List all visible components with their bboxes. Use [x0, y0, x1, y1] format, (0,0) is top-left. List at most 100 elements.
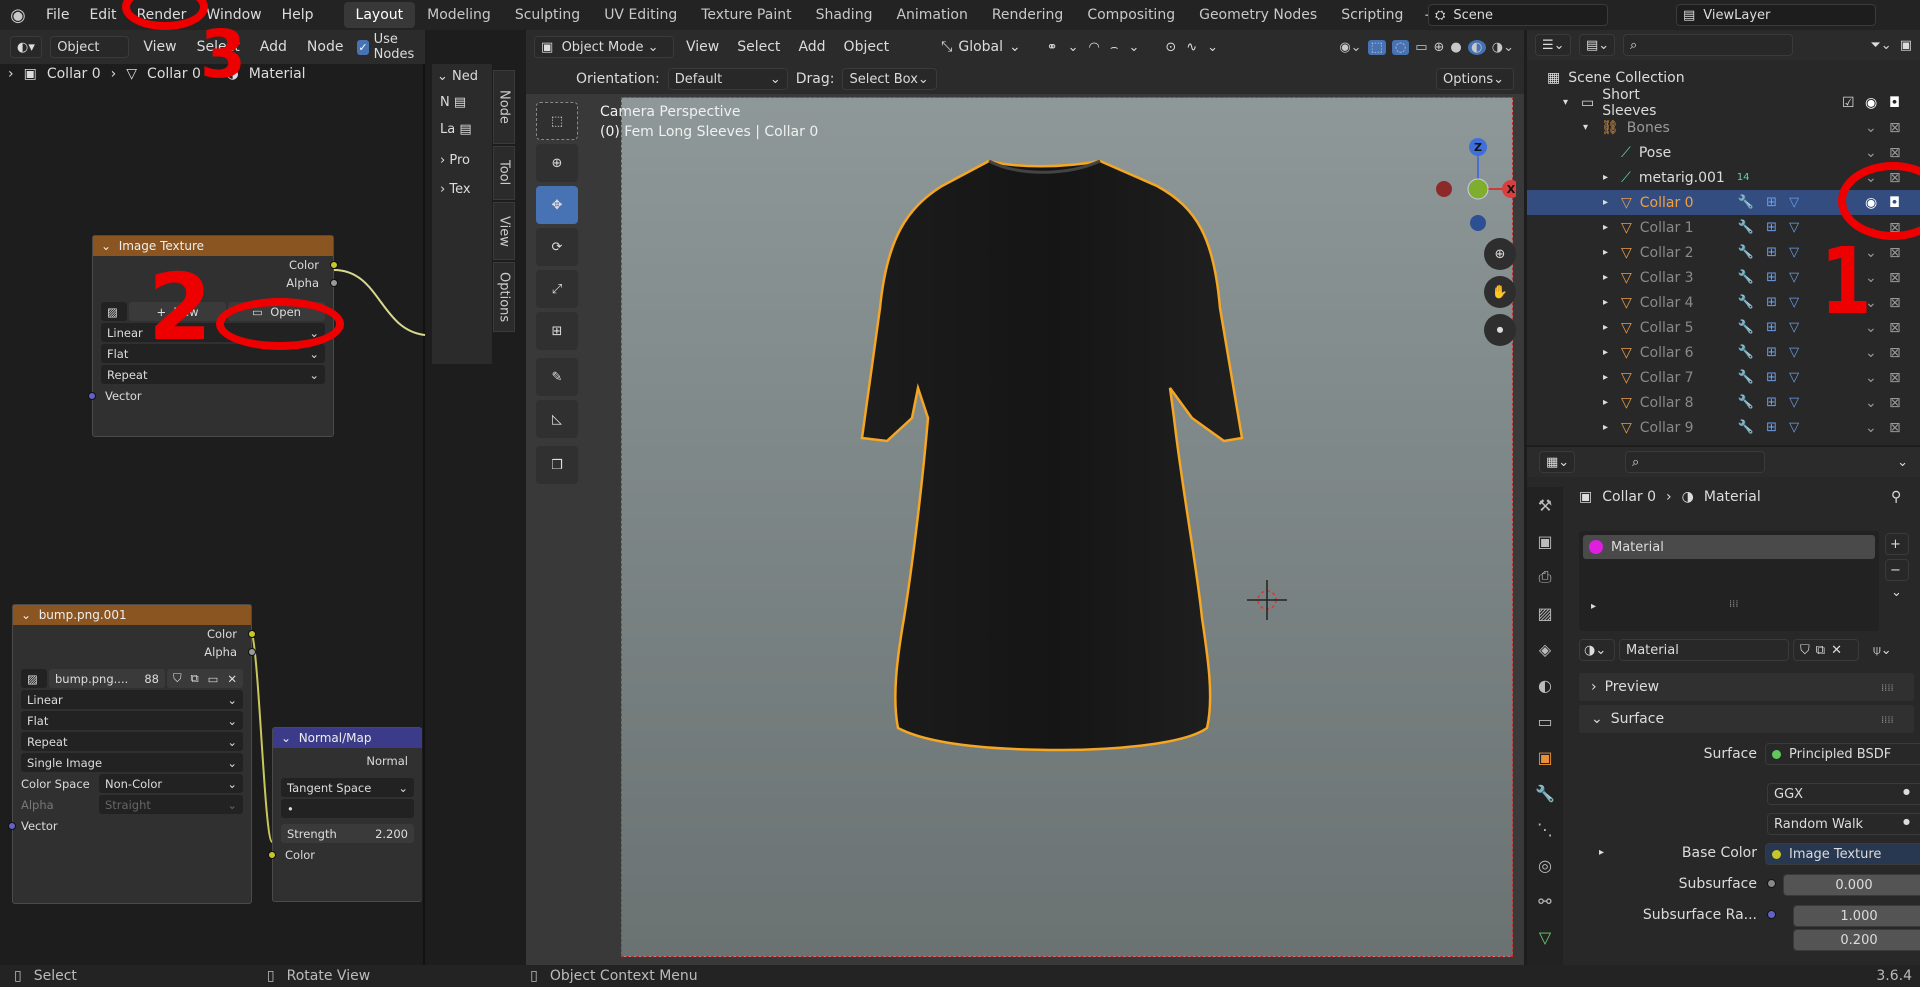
constraints-tab-icon[interactable]: ⚯	[1527, 883, 1563, 919]
scale-tool[interactable]: ⤢	[536, 270, 578, 308]
outliner-row[interactable]: ▸ ▽ Collar 8 🔧 ⊞ ▽ ⌄ ⊠	[1527, 390, 1920, 415]
workspace-tab-uv-editing[interactable]: UV Editing	[592, 2, 689, 28]
modifier-icons[interactable]: 🔧 ⊞ ▽	[1738, 370, 1803, 385]
tab-view[interactable]: View	[493, 202, 515, 260]
use-nodes-checkbox[interactable]: ✓ Use Nodes	[357, 32, 425, 62]
workspace-tab-rendering[interactable]: Rendering	[980, 2, 1076, 28]
visibility-icon[interactable]: ◉⌄	[1339, 40, 1361, 55]
material-slot-item[interactable]: Material	[1583, 535, 1875, 559]
collection-tab-icon[interactable]: ▭	[1527, 703, 1563, 739]
workspace-tab-modeling[interactable]: Modeling	[415, 2, 503, 28]
resize-handle-icon[interactable]: ⁞⁞⁞	[1729, 599, 1739, 610]
add-cube-tool[interactable]: ❒	[536, 446, 578, 484]
annotate-tool[interactable]: ✎	[536, 358, 578, 396]
socket-dot-icon[interactable]	[1767, 879, 1776, 888]
bump-node-header[interactable]: ⌄ bump.png.001	[13, 605, 251, 625]
snapping-icons[interactable]: ⚭⌄◠⌢⌄	[1047, 40, 1150, 55]
expand-right-icon[interactable]: ▸	[1603, 422, 1613, 433]
alpha-socket[interactable]	[248, 648, 256, 656]
close-icon[interactable]: ✕	[1831, 643, 1842, 658]
properties-options-icon[interactable]: ⌄	[1897, 455, 1908, 470]
object-selector[interactable]: Object	[50, 36, 130, 58]
uv-map-field[interactable]: •	[281, 799, 414, 818]
bump-interpolation-select[interactable]: Linear ⌄	[21, 690, 243, 709]
expand-right-icon[interactable]: ▸	[1603, 272, 1613, 283]
visibility-eye-icon[interactable]: ⌄	[1865, 120, 1877, 136]
render-camera-icon[interactable]: ⊠	[1889, 295, 1901, 311]
workspace-tab-shading[interactable]: Shading	[804, 2, 885, 28]
modifier-icons[interactable]: 🔧 ⊞ ▽	[1738, 295, 1803, 310]
data-tab-icon[interactable]: ▽	[1527, 919, 1563, 955]
tab-options[interactable]: Options	[493, 262, 515, 332]
solid-shading-icon[interactable]: ●	[1450, 40, 1461, 55]
expand-right-icon[interactable]: ▸	[1603, 222, 1613, 233]
extension-select[interactable]: Repeat ⌄	[101, 365, 325, 384]
visibility-eye-icon[interactable]: ◉	[1865, 95, 1877, 111]
distribution-select[interactable]: GGX⌄	[1767, 783, 1920, 805]
color-socket[interactable]	[330, 261, 338, 269]
subsurface-method-select[interactable]: Random Walk⌄	[1767, 813, 1920, 835]
render-camera-icon[interactable]: ⊠	[1889, 420, 1901, 436]
surface-shader-field[interactable]: Principled BSDF	[1765, 743, 1920, 765]
n-panel-node-header[interactable]: ⌄ Ned	[432, 64, 492, 89]
expand-down-icon[interactable]: ▾	[1563, 97, 1573, 108]
physics-tab-icon[interactable]: ◎	[1527, 847, 1563, 883]
n-panel-texture-header[interactable]: › Tex	[432, 172, 492, 207]
modifier-icons[interactable]: 🔧 ⊞ ▽	[1738, 420, 1803, 435]
render-camera-icon[interactable]: ⊠	[1889, 270, 1901, 286]
outliner-row[interactable]: ▸ ▽ Collar 9 🔧 ⊞ ▽ ⌄ ⊠	[1527, 415, 1920, 440]
render-camera-icon[interactable]: ⊠	[1889, 245, 1901, 261]
subsurface-radius-x[interactable]: 1.000	[1793, 905, 1920, 927]
material-name-field[interactable]: Material	[1619, 639, 1789, 661]
subsurface-field[interactable]: 0.000	[1783, 874, 1920, 896]
bump-image-name[interactable]: bump.png.... 88	[49, 669, 165, 688]
visibility-eye-icon[interactable]: ⌄	[1865, 370, 1877, 386]
browse-material-button[interactable]: ◑⌄	[1579, 639, 1615, 661]
measure-tool[interactable]: ◺	[536, 400, 578, 438]
exclude-checkbox-icon[interactable]: ☑	[1842, 95, 1855, 111]
outliner-search-input[interactable]: ⌕	[1623, 34, 1793, 56]
node-menu-view[interactable]: View	[137, 37, 182, 57]
bump-extension-select[interactable]: Repeat ⌄	[21, 732, 243, 751]
workspace-tab-scripting[interactable]: Scripting	[1329, 2, 1415, 28]
viewport-menu-add[interactable]: Add	[792, 37, 831, 57]
outliner-row[interactable]: ⟋ Pose ⌄ ⊠	[1527, 140, 1920, 165]
drag-handle-icon[interactable]: ⁞⁞⁞⁞	[1881, 715, 1894, 726]
color-socket[interactable]	[248, 630, 256, 638]
tab-node[interactable]: Node	[493, 70, 515, 144]
socket-dot-icon[interactable]	[1767, 910, 1776, 919]
surface-panel-header[interactable]: ⌄ Surface	[1579, 705, 1914, 733]
menu-help[interactable]: Help	[272, 7, 324, 23]
outliner-row[interactable]: ▾ ⛓ Bones ⌄ ⊠	[1527, 115, 1920, 140]
workspace-tab-layout[interactable]: Layout	[343, 2, 416, 28]
scene-selector[interactable]: ⛭ Scene	[1428, 4, 1608, 26]
modifier-tab-icon[interactable]: 🔧	[1527, 775, 1563, 811]
n-panel-properties-header[interactable]: › Pro	[432, 143, 492, 172]
visibility-eye-icon[interactable]: ⌄	[1865, 345, 1877, 361]
expand-right-icon[interactable]: ▸	[1603, 397, 1613, 408]
shield-icon[interactable]: ⛉	[173, 671, 182, 686]
pin-icon[interactable]: ⚲	[1891, 489, 1901, 505]
editor-type-button[interactable]: ◐▾	[10, 36, 43, 58]
expand-right-icon[interactable]: ▸	[1603, 347, 1613, 358]
cursor-tool[interactable]: ⊕	[536, 144, 578, 182]
material-slot-list[interactable]: Material ▸ ⁞⁞⁞	[1579, 531, 1879, 631]
menu-edit[interactable]: Edit	[79, 7, 126, 23]
camera-view-icon[interactable]: ⏺	[1484, 314, 1516, 346]
expand-right-icon[interactable]: ▸	[1603, 322, 1613, 333]
color-space-select[interactable]: Non-Color ⌄	[99, 774, 243, 793]
gizmo-toggle-icon[interactable]: ⬚	[1367, 39, 1386, 55]
outliner-row[interactable]: ▾ ▭ Short Sleeves ☑ ◉ ◘	[1527, 87, 1920, 119]
gizmo-y-axis[interactable]	[1467, 178, 1489, 200]
viewport-menu-object[interactable]: Object	[838, 37, 896, 57]
view-layer-tab-icon[interactable]: ▨	[1527, 595, 1563, 631]
normal-map-header[interactable]: ⌄ Normal/Map	[273, 728, 422, 748]
transform-orientation[interactable]: ⤡ Global ⌄	[941, 39, 1021, 55]
workspace-tab-geometry-nodes[interactable]: Geometry Nodes	[1187, 2, 1329, 28]
xray-icon[interactable]: ▭	[1415, 40, 1427, 55]
menu-file[interactable]: File	[36, 7, 79, 23]
scene-tab-icon[interactable]: ◈	[1527, 631, 1563, 667]
drag-select[interactable]: Select Box ⌄	[842, 68, 938, 90]
copy-icon[interactable]: ⧉	[1816, 643, 1825, 658]
camera-frame[interactable]: Camera Perspective (0) Fem Long Sleeves …	[600, 97, 1513, 957]
